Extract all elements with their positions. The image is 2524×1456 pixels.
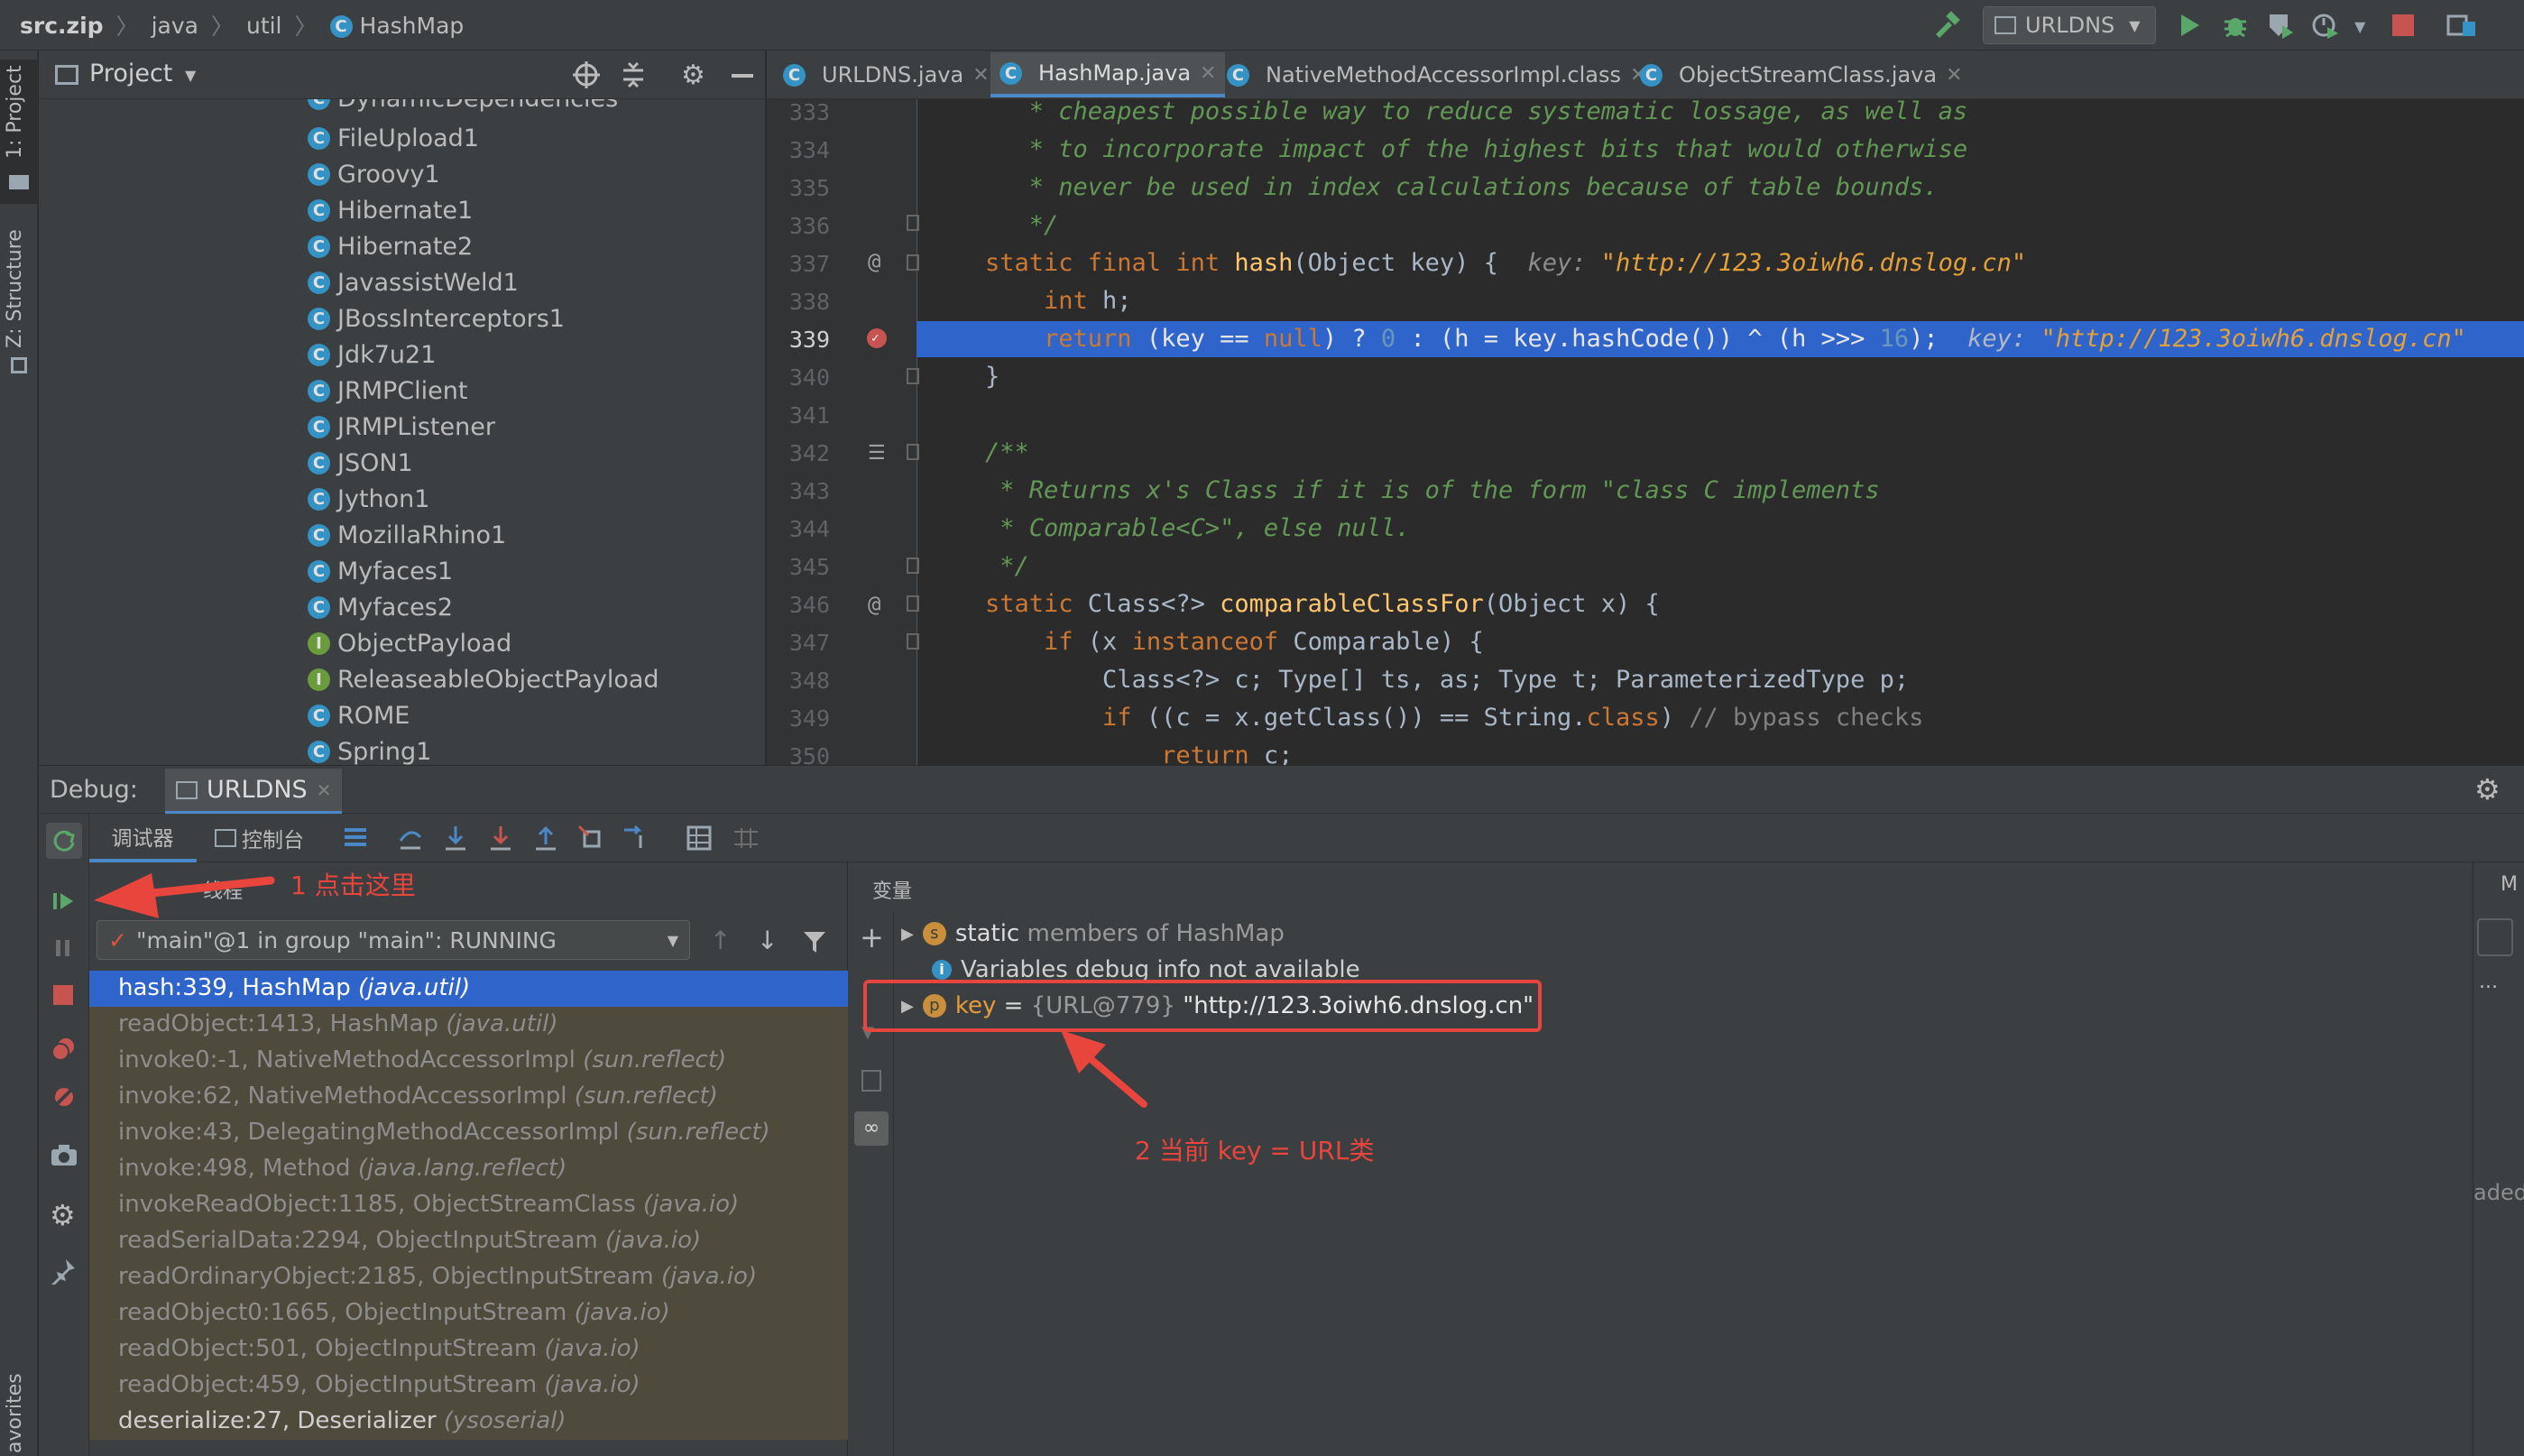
annotation-note-1: 1 点击这里 [290, 871, 416, 900]
annotation-note-2: 2 当前 key = URL类 [1135, 1136, 1375, 1166]
annotation-arrows [94, 873, 1147, 1108]
annotation-arrow-1 [94, 873, 275, 918]
annotation-arrow-2 [1061, 1030, 1147, 1108]
